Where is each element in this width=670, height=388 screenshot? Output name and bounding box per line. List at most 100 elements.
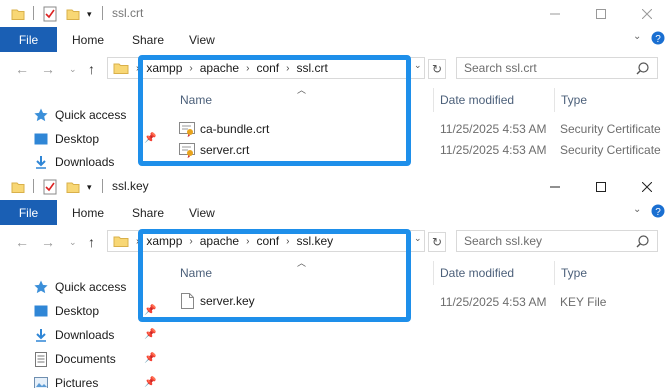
divider — [33, 179, 34, 193]
desktop-icon — [32, 303, 50, 319]
nav-item-label: Documents — [55, 352, 116, 366]
minimize-button[interactable] — [532, 0, 578, 27]
window-title: ssl.crt — [112, 6, 144, 20]
tab-file[interactable]: File — [0, 27, 57, 52]
search-placeholder: Search ssl.crt — [464, 61, 537, 75]
divider[interactable] — [554, 88, 555, 112]
new-folder-icon[interactable] — [66, 5, 80, 23]
divider — [33, 6, 34, 20]
nav-item-downloads[interactable]: Downloads — [32, 325, 114, 345]
new-folder-icon[interactable] — [66, 178, 80, 196]
highlight-box — [138, 229, 411, 322]
column-header-date-modified[interactable]: Date modified — [440, 266, 514, 280]
nav-item-pictures[interactable]: Pictures — [32, 373, 98, 388]
tab-view[interactable]: View — [189, 33, 215, 47]
nav-item-downloads[interactable]: Downloads — [32, 152, 114, 172]
star-icon — [32, 107, 50, 123]
file-type: KEY File — [560, 295, 607, 309]
pin-icon: 📌 — [144, 353, 157, 364]
divider[interactable] — [433, 88, 434, 112]
refresh-button[interactable]: ↻ — [428, 232, 446, 252]
tab-share[interactable]: Share — [132, 33, 164, 47]
search-placeholder: Search ssl.key — [464, 234, 543, 248]
nav-item-documents[interactable]: Documents — [32, 349, 116, 369]
pin-icon: 📌 — [144, 377, 157, 388]
desktop-icon — [32, 131, 50, 147]
customize-toolbar-icon[interactable]: ▾ — [87, 5, 92, 23]
divider[interactable] — [433, 261, 434, 285]
column-header-type[interactable]: Type — [561, 93, 587, 107]
forward-icon[interactable]: → — [41, 234, 55, 250]
tab-share[interactable]: Share — [132, 206, 164, 220]
customize-toolbar-icon[interactable]: ▾ — [87, 178, 92, 196]
folder-icon — [113, 234, 129, 251]
nav-item-label: Downloads — [55, 155, 115, 169]
star-icon — [32, 279, 50, 295]
file-date: 11/25/2025 4:53 AM — [440, 122, 547, 136]
ribbon: File Home Share View ⌄ ? — [0, 200, 670, 225]
file-type: Security Certificate — [560, 143, 661, 157]
nav-item-label: Pictures — [55, 376, 99, 388]
expand-ribbon-icon[interactable]: ⌄ — [633, 204, 641, 215]
search-icon — [636, 62, 649, 78]
nav-item-quick-access[interactable]: Quick access — [32, 277, 126, 297]
properties-icon[interactable] — [43, 5, 57, 23]
svg-text:?: ? — [655, 207, 661, 218]
properties-icon[interactable] — [43, 178, 57, 196]
address-dropdown-icon[interactable]: ⌄ — [414, 60, 422, 71]
column-header-date-modified[interactable]: Date modified — [440, 93, 514, 107]
title-bar: ▾ ssl.crt — [0, 0, 670, 27]
search-input[interactable]: Search ssl.crt — [456, 57, 658, 79]
minimize-button[interactable] — [532, 173, 578, 200]
nav-item-desktop[interactable]: Desktop — [32, 301, 99, 321]
nav-item-label: Quick access — [55, 108, 127, 122]
pin-icon: 📌 — [144, 329, 157, 340]
tab-view[interactable]: View — [189, 206, 215, 220]
divider — [102, 179, 103, 193]
nav-item-label: Desktop — [55, 132, 100, 146]
recent-locations-icon[interactable]: ⌄ — [69, 64, 77, 75]
download-icon — [32, 154, 50, 170]
nav-item-quick-access[interactable]: Quick access — [32, 105, 126, 125]
window-title: ssl.key — [112, 179, 149, 193]
search-icon — [636, 235, 649, 251]
folder-icon — [113, 61, 129, 78]
refresh-button[interactable]: ↻ — [428, 59, 446, 79]
file-date: 11/25/2025 4:53 AM — [440, 143, 547, 157]
folder-icon — [11, 178, 25, 196]
close-button[interactable] — [624, 0, 670, 27]
nav-item-label: Desktop — [55, 304, 100, 318]
ribbon: File Home Share View ⌄ ? — [0, 27, 670, 52]
back-icon[interactable]: ← — [15, 61, 29, 77]
explorer-window-ssl-key: ▾ ssl.key File Home Share View ⌄ ? ← → ⌄… — [0, 173, 670, 388]
address-dropdown-icon[interactable]: ⌄ — [414, 233, 422, 244]
tab-home[interactable]: Home — [72, 206, 104, 220]
help-icon[interactable]: ? — [651, 204, 665, 221]
svg-text:?: ? — [655, 34, 661, 45]
divider[interactable] — [554, 261, 555, 285]
title-bar: ▾ ssl.key — [0, 173, 670, 200]
forward-icon[interactable]: → — [41, 61, 55, 77]
maximize-button[interactable] — [578, 0, 624, 27]
expand-ribbon-icon[interactable]: ⌄ — [633, 31, 641, 42]
maximize-button[interactable] — [578, 173, 624, 200]
highlight-box — [138, 55, 411, 166]
up-icon[interactable]: ↑ — [88, 234, 95, 250]
column-header-type[interactable]: Type — [561, 266, 587, 280]
folder-icon — [11, 5, 25, 23]
nav-item-label: Quick access — [55, 280, 127, 294]
close-button[interactable] — [624, 173, 670, 200]
help-icon[interactable]: ? — [651, 31, 665, 48]
explorer-window-ssl-crt: ▾ ssl.crt File Home Share View ⌄ ? ← → ⌄… — [0, 0, 670, 174]
up-icon[interactable]: ↑ — [88, 61, 95, 77]
nav-item-desktop[interactable]: Desktop — [32, 129, 99, 149]
file-type: Security Certificate — [560, 122, 661, 136]
tab-home[interactable]: Home — [72, 33, 104, 47]
tab-file[interactable]: File — [0, 200, 57, 225]
search-input[interactable]: Search ssl.key — [456, 230, 658, 252]
recent-locations-icon[interactable]: ⌄ — [69, 237, 77, 248]
divider — [102, 6, 103, 20]
nav-item-label: Downloads — [55, 328, 115, 342]
back-icon[interactable]: ← — [15, 234, 29, 250]
pictures-icon — [32, 375, 50, 388]
